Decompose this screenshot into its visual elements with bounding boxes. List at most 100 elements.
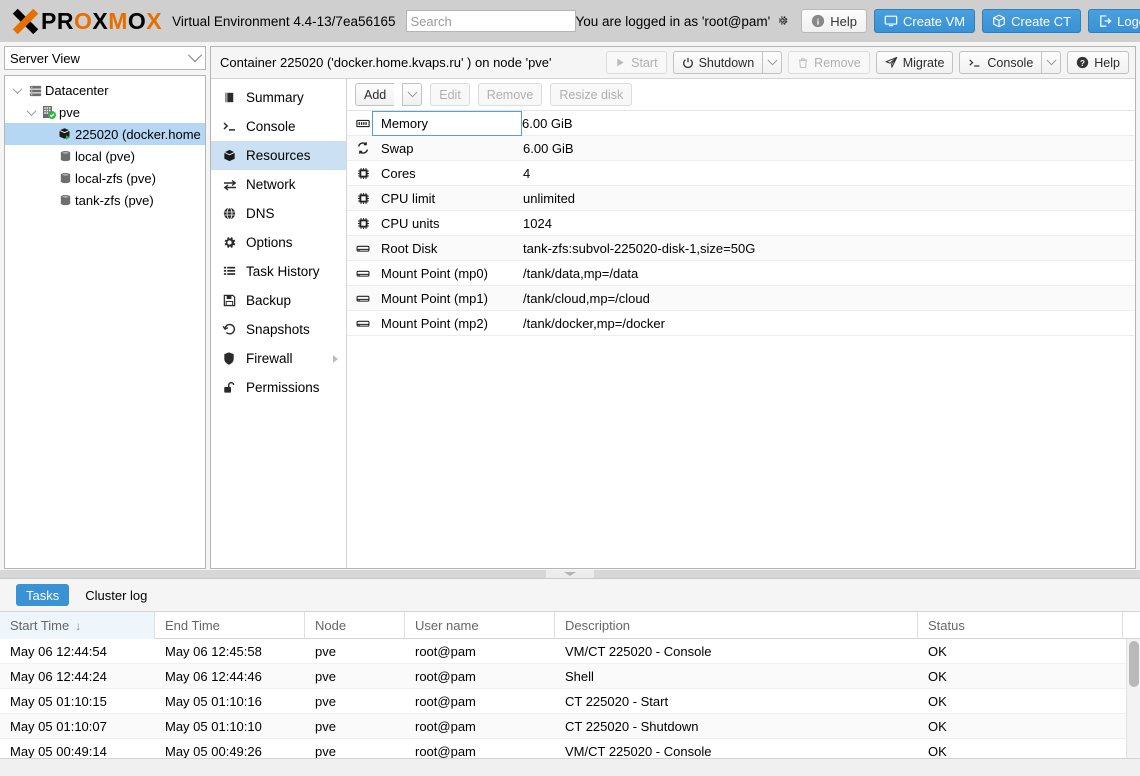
task-node: pve (315, 693, 336, 709)
console-dropdown-toggle[interactable] (1041, 51, 1062, 74)
resource-tree[interactable]: Datacenter pve 225020 (docker.home local… (4, 75, 206, 569)
table-row[interactable]: Cores 4 (347, 161, 1135, 186)
chevron-down-icon (564, 572, 576, 576)
create-ct-button[interactable]: Create CT (982, 9, 1082, 33)
add-split-button[interactable]: Add (355, 83, 423, 106)
resize-disk-button[interactable]: Resize disk (550, 83, 633, 106)
menu-item-permissions[interactable]: Permissions (211, 373, 346, 402)
shutdown-button[interactable]: Shutdown (672, 51, 763, 74)
chevron-down-icon (407, 87, 418, 98)
tree-item-storage-tank-zfs[interactable]: tank-zfs (pve) (5, 189, 205, 211)
add-dropdown-toggle[interactable] (402, 83, 423, 106)
gear-icon (222, 235, 246, 250)
remove-resource-button[interactable]: Remove (477, 83, 543, 106)
menu-item-network[interactable]: Network (211, 170, 346, 199)
chevron-down-icon (1046, 55, 1057, 66)
floppy-icon (222, 293, 246, 308)
help-button[interactable]: i Help (801, 9, 867, 33)
disk-icon (347, 268, 373, 279)
table-row[interactable]: Root Disk tank-zfs:subvol-225020-disk-1,… (347, 236, 1135, 261)
table-row[interactable]: May 05 01:10:15 May 05 01:10:16 pve root… (0, 689, 1140, 714)
task-node: pve (315, 743, 336, 759)
column-header-user-name[interactable]: User name (405, 612, 555, 639)
table-row[interactable]: Mount Point (mp2) /tank/docker,mp=/docke… (347, 311, 1135, 336)
table-row[interactable]: Mount Point (mp1) /tank/cloud,mp=/cloud (347, 286, 1135, 311)
task-start-time: May 06 12:44:24 (10, 668, 107, 684)
column-header-status[interactable]: Status (918, 612, 1123, 639)
tasks-grid: Start Time ↓ End Time Node User name Des… (0, 611, 1140, 776)
console-split-button[interactable]: Console (959, 51, 1062, 74)
table-row[interactable]: CPU units 1024 (347, 211, 1135, 236)
table-row[interactable]: May 05 01:10:07 May 05 01:10:10 pve root… (0, 714, 1140, 739)
cube-icon (992, 14, 1006, 28)
tree-item-label: Datacenter (45, 82, 109, 98)
column-header-start-time[interactable]: Start Time ↓ (0, 612, 155, 639)
column-header-end-time[interactable]: End Time (155, 612, 305, 639)
resource-value: /tank/docker,mp=/docker (523, 315, 665, 331)
tree-item-storage-local[interactable]: local (pve) (5, 145, 205, 167)
table-row[interactable]: Mount Point (mp0) /tank/data,mp=/data (347, 261, 1135, 286)
console-button[interactable]: Console (959, 51, 1042, 74)
menu-item-snapshots[interactable]: Snapshots (211, 315, 346, 344)
memory-icon (347, 118, 373, 129)
table-row[interactable]: Memory 6.00 GiB (347, 111, 1135, 136)
table-row[interactable]: May 05 00:49:14 May 05 00:49:26 pve root… (0, 739, 1140, 759)
table-row[interactable]: Swap 6.00 GiB (347, 136, 1135, 161)
menu-item-backup[interactable]: Backup (211, 286, 346, 315)
migrate-button-label: Migrate (902, 55, 945, 70)
remove-button[interactable]: Remove (788, 51, 870, 74)
search-input[interactable] (405, 10, 576, 32)
table-row[interactable]: May 06 12:44:54 May 06 12:45:58 pve root… (0, 639, 1140, 664)
menu-item-label: Options (246, 235, 293, 250)
menu-item-summary[interactable]: Summary (211, 83, 346, 112)
content-menu: Summary Console Resources Network DNS Op… (211, 79, 347, 568)
tasks-vertical-scrollbar[interactable] (1126, 639, 1140, 758)
table-row[interactable]: May 06 12:44:24 May 06 12:44:46 pve root… (0, 664, 1140, 689)
content-help-button[interactable]: ? Help (1067, 51, 1129, 74)
tab-tasks[interactable]: Tasks (16, 584, 70, 606)
shutdown-dropdown-toggle[interactable] (762, 51, 783, 74)
menu-item-options[interactable]: Options (211, 228, 346, 257)
unlock-icon (222, 380, 246, 395)
resources-table[interactable]: Memory 6.00 GiB Swap 6.00 GiB Cores 4 CP… (347, 111, 1135, 568)
panel-splitter[interactable] (0, 570, 1140, 578)
table-row[interactable]: CPU limit unlimited (347, 186, 1135, 211)
menu-item-resources[interactable]: Resources (211, 141, 346, 170)
disk-icon (347, 318, 373, 329)
expander-icon[interactable] (23, 105, 39, 116)
task-description: CT 225020 - Start (565, 693, 669, 709)
gear-icon[interactable] (776, 14, 789, 29)
menu-item-firewall[interactable]: Firewall (211, 344, 346, 373)
migrate-button[interactable]: Migrate (875, 51, 954, 74)
tasks-footer (0, 758, 1140, 776)
tree-item-container-225020[interactable]: 225020 (docker.home (5, 123, 205, 145)
info-icon: i (811, 14, 825, 28)
tree-item-label: local-zfs (pve) (75, 170, 156, 186)
splitter-collapse-handle[interactable] (546, 570, 594, 578)
menu-item-task-history[interactable]: Task History (211, 257, 346, 286)
logout-button[interactable]: Logout (1088, 9, 1140, 33)
scrollbar-thumb[interactable] (1129, 641, 1139, 687)
tree-item-storage-local-zfs[interactable]: local-zfs (pve) (5, 167, 205, 189)
tree-item-datacenter[interactable]: Datacenter (5, 79, 205, 101)
create-vm-button[interactable]: Create VM (874, 9, 976, 33)
disk-icon (347, 243, 373, 254)
expander-icon[interactable] (9, 83, 25, 94)
app-header: PROXMOX Virtual Environment 4.4-13/7ea56… (0, 0, 1140, 42)
login-status-text: You are logged in as 'root@pam' (575, 13, 771, 29)
edit-resource-button[interactable]: Edit (430, 83, 470, 106)
column-header-node[interactable]: Node (305, 612, 405, 639)
proxmox-logo: PROXMOX (8, 8, 162, 35)
tab-cluster-log[interactable]: Cluster log (75, 584, 157, 606)
menu-item-console[interactable]: Console (211, 112, 346, 141)
tree-item-pve[interactable]: pve (5, 101, 205, 123)
menu-item-dns[interactable]: DNS (211, 199, 346, 228)
view-selector[interactable]: Server View (4, 46, 206, 70)
menu-item-label: Task History (246, 264, 320, 279)
column-header-description[interactable]: Description (555, 612, 918, 639)
start-button[interactable]: Start (606, 51, 667, 74)
shutdown-split-button[interactable]: Shutdown (672, 51, 783, 74)
edit-button-label: Edit (439, 87, 461, 102)
network-icon (222, 178, 246, 192)
add-button[interactable]: Add (355, 83, 395, 106)
